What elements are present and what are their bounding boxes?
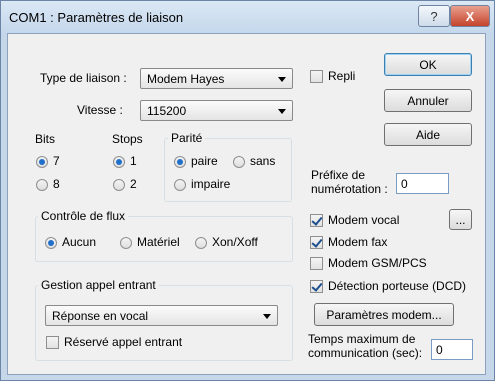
help-title-button[interactable]: ? <box>418 5 450 27</box>
modem-params-button[interactable]: Paramètres modem... <box>314 303 454 326</box>
bits-7-radio[interactable] <box>36 156 48 168</box>
incoming-title: Gestion appel entrant <box>38 278 159 292</box>
timeout-input[interactable]: 0 <box>431 339 473 360</box>
modem-fax-label: Modem fax <box>328 235 388 249</box>
prefix-value: 0 <box>401 177 408 191</box>
parity-impaire-radio[interactable] <box>174 179 186 191</box>
repli-checkbox[interactable] <box>310 70 323 83</box>
modem-fax-checkbox[interactable] <box>310 236 323 249</box>
reserved-checkbox[interactable] <box>46 336 59 349</box>
modem-vocal-checkbox[interactable] <box>310 214 323 227</box>
speed-label: Vitesse : <box>77 103 123 117</box>
stops-2-label: 2 <box>130 177 137 191</box>
dcd-checkbox[interactable] <box>310 280 323 293</box>
flow-hardware-label: Matériel <box>137 235 180 249</box>
flow-xon-label: Xon/Xoff <box>212 235 258 249</box>
speed-value: 115200 <box>147 104 187 118</box>
stops-2-radio[interactable] <box>113 179 125 191</box>
bits-8-radio[interactable] <box>36 179 48 191</box>
timeout-value: 0 <box>436 343 443 357</box>
parity-sans-radio[interactable] <box>233 156 245 168</box>
flow-title: Contrôle de flux <box>38 209 129 223</box>
modem-gsm-label: Modem GSM/PCS <box>328 256 427 270</box>
cancel-button[interactable]: Annuler <box>384 89 472 112</box>
chevron-down-icon <box>263 314 271 319</box>
incoming-value: Réponse en vocal <box>52 309 149 323</box>
prefix-label-line2: numérotation : <box>311 182 388 196</box>
dialog-window: COM1 : Paramètres de liaison ? X Type de… <box>0 0 495 381</box>
ok-button[interactable]: OK <box>384 53 472 76</box>
stops-title: Stops <box>112 132 143 146</box>
parity-title: Parité <box>168 131 206 145</box>
dialog-body: Type de liaison : Modem Hayes Vitesse : … <box>7 33 486 375</box>
modem-gsm-checkbox[interactable] <box>310 257 323 270</box>
timeout-label-line2: communication (sec): <box>308 346 423 360</box>
chevron-down-icon <box>278 109 286 114</box>
modem-params-label: Paramètres modem... <box>326 307 442 322</box>
stops-1-radio[interactable] <box>113 156 125 168</box>
repli-label: Repli <box>328 69 356 83</box>
incoming-select[interactable]: Réponse en vocal <box>45 305 278 326</box>
flow-none-radio[interactable] <box>45 237 57 249</box>
reserved-label: Réservé appel entrant <box>64 335 183 349</box>
speed-select[interactable]: 115200 <box>140 100 293 121</box>
chevron-down-icon <box>278 77 286 82</box>
ellipsis-label: ... <box>455 212 466 227</box>
vocal-settings-button[interactable]: ... <box>449 209 472 230</box>
timeout-label-line1: Temps maximum de <box>308 332 416 346</box>
stops-1-label: 1 <box>130 154 137 168</box>
close-icon: X <box>465 8 475 24</box>
type-label: Type de liaison : <box>40 71 127 85</box>
flow-xon-radio[interactable] <box>195 237 207 249</box>
close-button[interactable]: X <box>450 5 490 27</box>
question-icon: ? <box>430 8 438 24</box>
title-bar[interactable]: COM1 : Paramètres de liaison ? X <box>1 1 494 35</box>
cancel-label: Annuler <box>407 93 449 108</box>
parity-paire-radio[interactable] <box>174 156 186 168</box>
bits-title: Bits <box>35 132 56 146</box>
dcd-label: Détection porteuse (DCD) <box>328 279 467 293</box>
flow-none-label: Aucun <box>62 235 97 249</box>
flow-hardware-radio[interactable] <box>120 237 132 249</box>
window-title: COM1 : Paramètres de liaison <box>9 10 184 25</box>
bits-7-label: 7 <box>53 154 60 168</box>
type-value: Modem Hayes <box>147 72 225 86</box>
bits-8-label: 8 <box>53 177 60 191</box>
parity-paire-label: paire <box>191 154 218 168</box>
prefix-label-line1: Préfixe de <box>311 168 366 182</box>
help-label: Aide <box>415 127 441 142</box>
prefix-input[interactable]: 0 <box>396 173 449 194</box>
parity-sans-label: sans <box>250 154 276 168</box>
help-button[interactable]: Aide <box>384 123 472 146</box>
parity-group <box>164 138 292 202</box>
modem-vocal-label: Modem vocal <box>328 213 400 227</box>
parity-impaire-label: impaire <box>191 177 231 191</box>
ok-label: OK <box>419 57 437 72</box>
type-select[interactable]: Modem Hayes <box>140 68 293 89</box>
